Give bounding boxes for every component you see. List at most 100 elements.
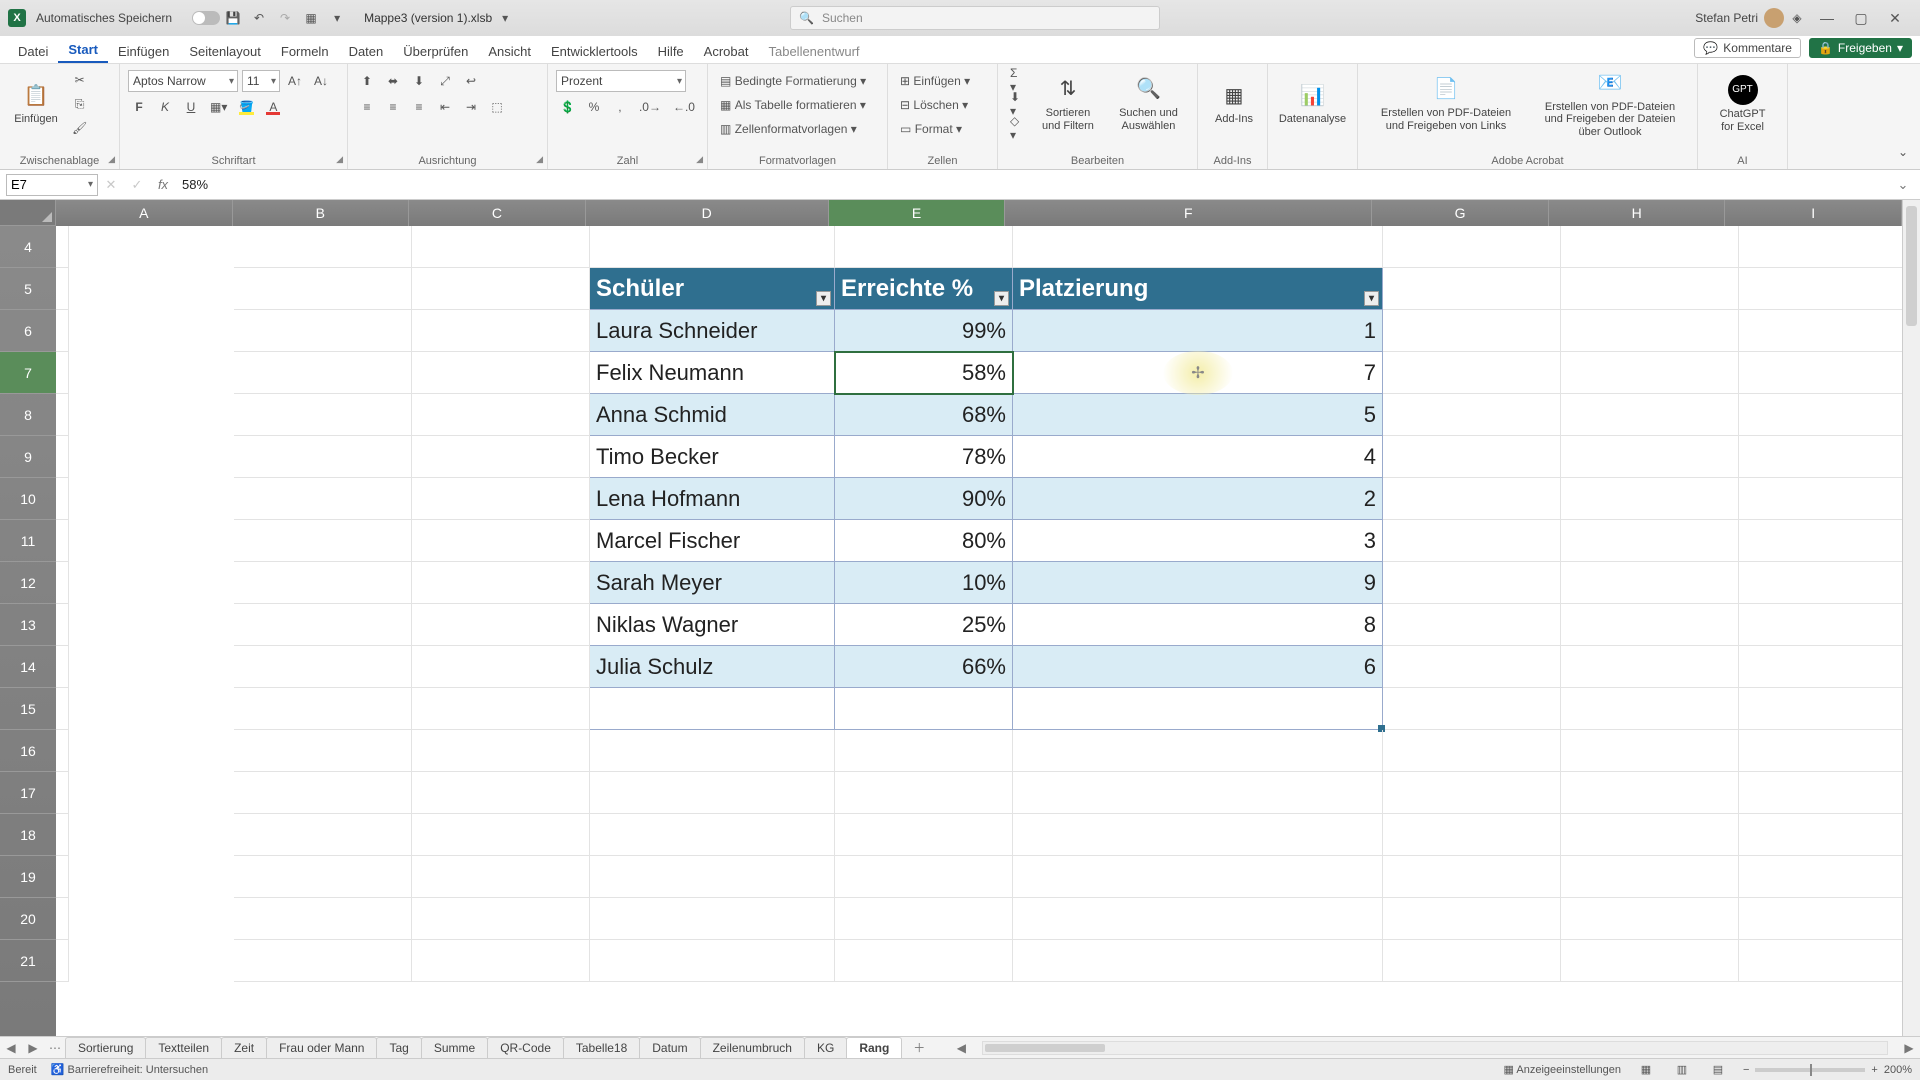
cell[interactable] xyxy=(1561,268,1739,310)
cell[interactable] xyxy=(590,898,835,940)
column-header-A[interactable]: A xyxy=(56,200,233,226)
cell[interactable]: Niklas Wagner xyxy=(590,604,835,646)
dialog-launcher-icon[interactable]: ◢ xyxy=(108,154,115,165)
cell[interactable] xyxy=(1561,604,1739,646)
sheet-tab-tag[interactable]: Tag xyxy=(376,1037,421,1058)
cell[interactable] xyxy=(1383,898,1561,940)
cell[interactable] xyxy=(1561,394,1739,436)
cell[interactable]: 9 xyxy=(1013,562,1383,604)
decrease-decimal-button[interactable]: ←.0 xyxy=(669,96,699,118)
horizontal-scrollbar[interactable] xyxy=(982,1041,1888,1055)
cell[interactable] xyxy=(412,688,590,730)
cell[interactable] xyxy=(1561,730,1739,772)
copy-button[interactable]: ⎘ xyxy=(68,93,91,115)
name-box[interactable]: E7▾ xyxy=(6,174,98,196)
cell[interactable] xyxy=(412,604,590,646)
align-top-button[interactable]: ⬆ xyxy=(356,70,378,92)
add-sheet-button[interactable]: ＋ xyxy=(908,1039,930,1056)
customize-qat-icon[interactable]: ▾ xyxy=(328,11,346,25)
sort-filter-button[interactable]: ⇅Sortieren und Filtern xyxy=(1032,72,1104,136)
cell[interactable] xyxy=(1561,940,1739,982)
increase-indent-button[interactable]: ⇥ xyxy=(460,96,482,118)
dialog-launcher-icon[interactable]: ◢ xyxy=(696,154,703,165)
cell[interactable] xyxy=(234,856,412,898)
cell[interactable] xyxy=(56,562,69,604)
cell[interactable]: Laura Schneider xyxy=(590,310,835,352)
tab-daten[interactable]: Daten xyxy=(339,40,394,63)
cell[interactable]: Felix Neumann xyxy=(590,352,835,394)
cell[interactable]: Anna Schmid xyxy=(590,394,835,436)
column-header-D[interactable]: D xyxy=(586,200,829,226)
font-size-select[interactable]: 11 xyxy=(242,70,280,92)
cell[interactable] xyxy=(234,604,412,646)
cell[interactable] xyxy=(56,772,69,814)
cell[interactable] xyxy=(1739,520,1917,562)
cell[interactable] xyxy=(1383,394,1561,436)
sheet-nav-next[interactable]: ▶ xyxy=(22,1041,44,1055)
cell[interactable] xyxy=(1013,814,1383,856)
cell[interactable] xyxy=(234,814,412,856)
cell[interactable] xyxy=(234,268,412,310)
cell[interactable] xyxy=(412,478,590,520)
page-break-view-button[interactable]: ▤ xyxy=(1707,1063,1729,1076)
row-header-21[interactable]: 21 xyxy=(0,940,56,982)
cell[interactable] xyxy=(835,814,1013,856)
row-header-17[interactable]: 17 xyxy=(0,772,56,814)
percent-button[interactable]: % xyxy=(583,96,605,118)
font-color-button[interactable]: A xyxy=(262,96,284,118)
formula-value[interactable]: 58% xyxy=(176,177,1890,192)
row-header-10[interactable]: 10 xyxy=(0,478,56,520)
addins-button[interactable]: ▦Add-Ins xyxy=(1206,68,1262,140)
column-header-F[interactable]: F xyxy=(1005,200,1372,226)
find-select-button[interactable]: 🔍Suchen und Auswählen xyxy=(1108,72,1189,136)
cell[interactable]: 3 xyxy=(1013,520,1383,562)
display-settings[interactable]: ▦ Anzeigeeinstellungen xyxy=(1504,1063,1621,1076)
cell[interactable] xyxy=(56,436,69,478)
fill-button[interactable]: ⬇ ▾ xyxy=(1006,93,1028,115)
column-header-I[interactable]: I xyxy=(1725,200,1902,226)
cell[interactable] xyxy=(1739,898,1917,940)
cell[interactable] xyxy=(1013,772,1383,814)
cell[interactable] xyxy=(412,856,590,898)
row-header-13[interactable]: 13 xyxy=(0,604,56,646)
cell[interactable] xyxy=(1383,352,1561,394)
comma-button[interactable]: , xyxy=(609,96,631,118)
cell[interactable] xyxy=(1383,814,1561,856)
cell[interactable]: 80% xyxy=(835,520,1013,562)
chatgpt-button[interactable]: GPTChatGPT for Excel xyxy=(1706,68,1779,140)
tab-ansicht[interactable]: Ansicht xyxy=(478,40,541,63)
cells-area[interactable]: Schüler▾Erreichte %▾Platzierung▾Laura Sc… xyxy=(56,226,1902,1036)
dialog-launcher-icon[interactable]: ◢ xyxy=(336,154,343,165)
cell[interactable] xyxy=(1561,436,1739,478)
cell[interactable] xyxy=(1561,562,1739,604)
sheet-tab-kg[interactable]: KG xyxy=(804,1037,847,1058)
zoom-level[interactable]: 200% xyxy=(1884,1064,1912,1076)
select-all-button[interactable] xyxy=(0,200,56,226)
cell[interactable] xyxy=(56,226,69,268)
row-header-20[interactable]: 20 xyxy=(0,898,56,940)
cell[interactable] xyxy=(1383,226,1561,268)
sheet-tab-summe[interactable]: Summe xyxy=(421,1037,488,1058)
search-input[interactable]: 🔍 Suchen xyxy=(790,6,1160,30)
cell[interactable]: Marcel Fischer xyxy=(590,520,835,562)
row-header-8[interactable]: 8 xyxy=(0,394,56,436)
cell[interactable] xyxy=(1739,856,1917,898)
sheet-tab-sortierung[interactable]: Sortierung xyxy=(65,1037,146,1058)
insert-cells-button[interactable]: ⊞ Einfügen ▾ xyxy=(896,70,989,92)
pdf-share-links-button[interactable]: 📄Erstellen von PDF-Dateien und Freigeben… xyxy=(1366,72,1526,136)
tab-seitenlayout[interactable]: Seitenlayout xyxy=(179,40,271,63)
cell[interactable] xyxy=(590,772,835,814)
cell[interactable] xyxy=(234,520,412,562)
hscroll-right[interactable]: ▶ xyxy=(1898,1041,1920,1055)
cell[interactable] xyxy=(412,814,590,856)
cell[interactable] xyxy=(1739,394,1917,436)
cell[interactable] xyxy=(1561,814,1739,856)
clear-button[interactable]: ◇ ▾ xyxy=(1006,117,1028,139)
cell[interactable] xyxy=(1383,562,1561,604)
column-header-B[interactable]: B xyxy=(233,200,410,226)
cell[interactable] xyxy=(835,898,1013,940)
cell[interactable] xyxy=(412,562,590,604)
row-header-19[interactable]: 19 xyxy=(0,856,56,898)
cell[interactable] xyxy=(1739,310,1917,352)
cell[interactable] xyxy=(1013,856,1383,898)
